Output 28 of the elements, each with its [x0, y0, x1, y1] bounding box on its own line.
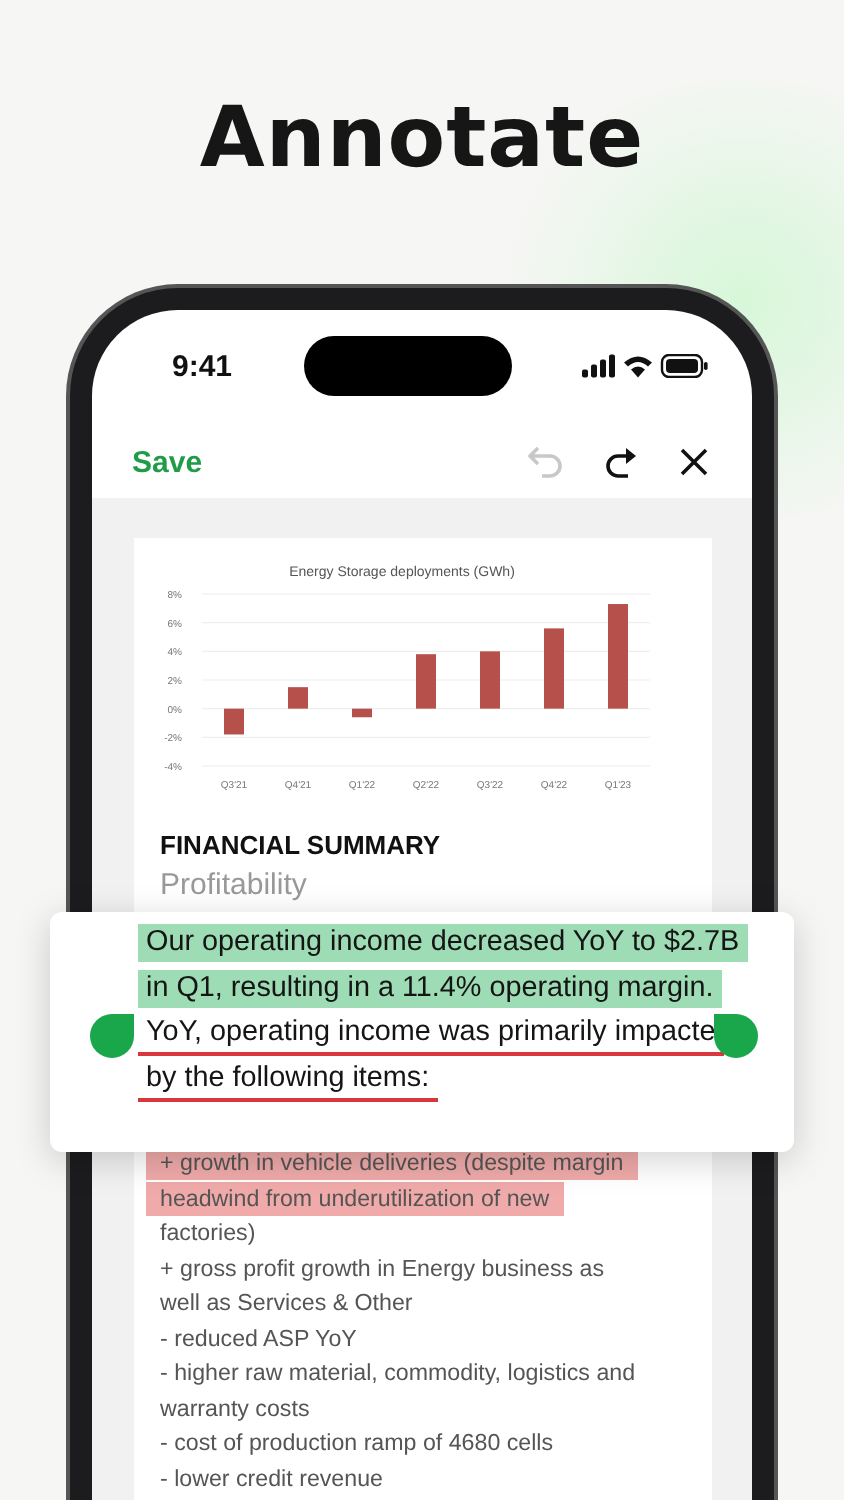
- bar: [224, 708, 244, 735]
- bar: [608, 604, 628, 709]
- text-line: - cost of production ramp of 4680 cells: [158, 1428, 556, 1460]
- bar: [544, 628, 564, 709]
- close-icon[interactable]: [680, 448, 708, 476]
- selection-handle[interactable]: [714, 1014, 758, 1058]
- wifi-icon: [624, 354, 652, 378]
- bar: [288, 687, 308, 709]
- status-time: 9:41: [172, 349, 233, 383]
- section-title: FINANCIAL SUMMARY: [158, 828, 443, 860]
- page-heading: Annotate: [197, 86, 647, 190]
- redo-icon[interactable]: [604, 446, 640, 478]
- save-button[interactable]: Save: [132, 445, 203, 479]
- text-line: by the following items:: [138, 1059, 438, 1101]
- text-line: + gross profit growth in Energy business as: [158, 1253, 607, 1285]
- text-line: factories): [158, 1218, 258, 1250]
- bar: [416, 654, 436, 709]
- bar: [352, 708, 372, 718]
- signal-icon: [582, 354, 616, 378]
- text-line: warranty costs: [158, 1393, 312, 1425]
- section-subtitle: Profitability: [158, 866, 309, 902]
- text-line: - higher raw material, commodity, logistics and: [158, 1358, 638, 1390]
- text-line: - lower credit revenue: [158, 1463, 385, 1495]
- text-line: - reduced ASP YoY: [158, 1323, 359, 1355]
- bar: [480, 651, 500, 709]
- selection-handle[interactable]: [90, 1014, 134, 1058]
- text-line: well as Services & Other: [158, 1288, 415, 1320]
- battery-icon: [660, 354, 708, 378]
